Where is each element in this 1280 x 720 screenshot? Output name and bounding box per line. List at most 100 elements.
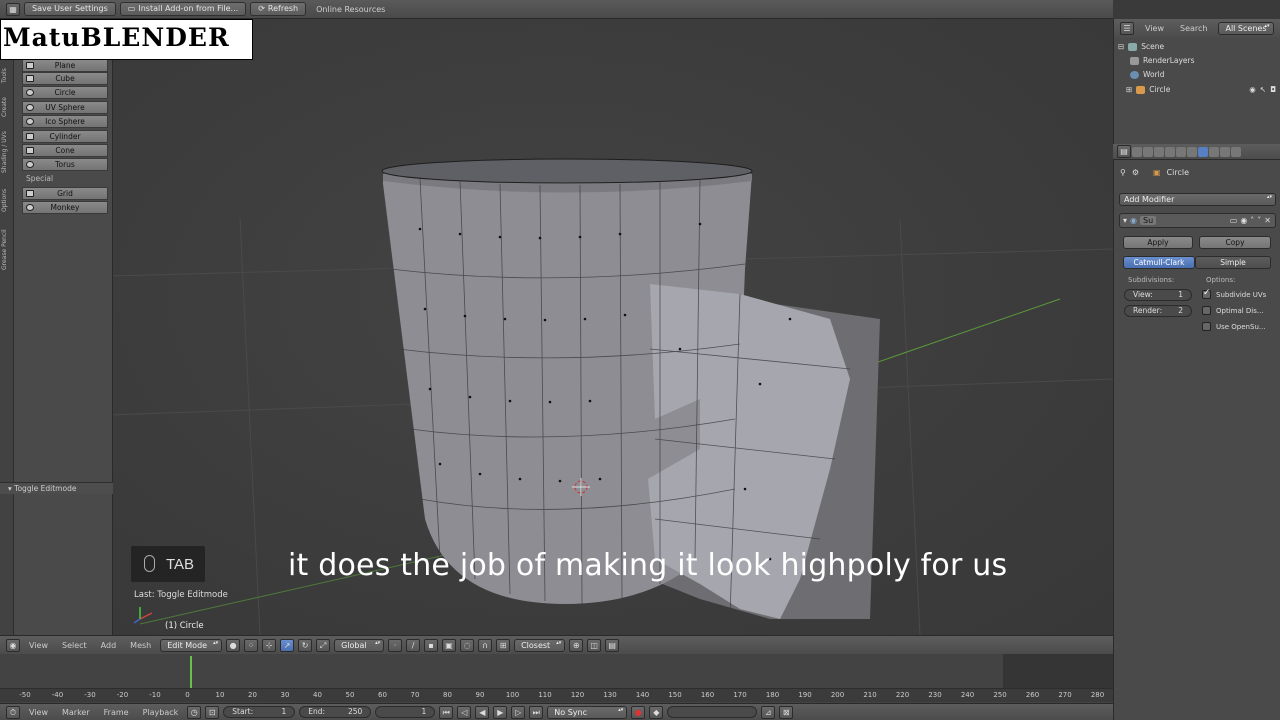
online-resources-link[interactable]: Online Resources xyxy=(310,5,391,14)
menu-frame[interactable]: Frame xyxy=(99,708,134,717)
add-cube-button[interactable]: Cube xyxy=(22,72,108,85)
move-up-icon[interactable]: ˄ xyxy=(1250,216,1254,225)
menu-mesh[interactable]: Mesh xyxy=(125,641,156,650)
material-tab-icon[interactable] xyxy=(1220,146,1230,157)
add-cone-button[interactable]: Cone xyxy=(22,144,108,157)
jump-start-icon[interactable]: ⏮ xyxy=(439,705,454,719)
editor-type-icon[interactable]: ▦ xyxy=(6,2,20,16)
prev-keyframe-icon[interactable]: ◁ xyxy=(457,705,472,719)
add-cylinder-button[interactable]: Cylinder xyxy=(22,130,108,143)
outliner-search-menu[interactable]: Search xyxy=(1175,24,1212,33)
operator-panel-header[interactable]: ▾ Toggle Editmode xyxy=(0,482,113,494)
opengl-render-icon[interactable]: ▤ xyxy=(605,638,620,652)
menu-playback[interactable]: Playback xyxy=(138,708,184,717)
delete-keyframe-icon[interactable]: ⊠ xyxy=(779,705,794,719)
render-preview-icon[interactable]: ◫ xyxy=(587,638,602,652)
install-addon-button[interactable]: ▭ Install Add-on from File... xyxy=(119,2,247,16)
texture-tab-icon[interactable] xyxy=(1231,146,1241,157)
cursor-select-icon[interactable]: ↖ xyxy=(1260,85,1266,94)
record-icon[interactable]: ● xyxy=(631,705,646,719)
render-levels-field[interactable]: Render: 2 xyxy=(1124,305,1192,317)
modifier-name-field[interactable]: Su xyxy=(1140,216,1157,225)
rotate-icon[interactable]: ↻ xyxy=(298,638,313,652)
edit-mode-toggle-icon[interactable]: ▭ xyxy=(1230,216,1238,225)
occlude-geometry-icon[interactable]: ▣ xyxy=(442,638,457,652)
outliner-item-world[interactable]: World xyxy=(1130,68,1276,81)
current-frame-field[interactable]: 1 xyxy=(375,706,436,718)
outliner-view-menu[interactable]: View xyxy=(1140,24,1169,33)
shading-sphere-icon[interactable]: ● xyxy=(226,638,241,652)
jump-end-icon[interactable]: ⏭ xyxy=(529,705,544,719)
outliner-item-renderlayers[interactable]: RenderLayers xyxy=(1130,54,1276,67)
move-down-icon[interactable]: ˅ xyxy=(1257,216,1261,225)
data-tab-icon[interactable] xyxy=(1209,146,1219,157)
face-select-icon[interactable]: ▪ xyxy=(424,638,439,652)
edge-select-icon[interactable]: / xyxy=(406,638,421,652)
outliner-item-circle[interactable]: ⊞ Circle ◉ ↖ ◘ xyxy=(1126,83,1276,96)
tab-options[interactable]: Options xyxy=(1,182,13,218)
snap-element-icon[interactable]: ⊞ xyxy=(496,638,511,652)
render-tab-icon[interactable] xyxy=(1132,146,1142,157)
outliner-editor-icon[interactable]: ☰ xyxy=(1120,22,1134,35)
add-circle-button[interactable]: Circle xyxy=(22,86,108,99)
modifier-header-subsurf[interactable]: ▾ ◉ Su ▭ ◉ ˄ ˅ ✕ xyxy=(1119,213,1276,228)
menu-marker[interactable]: Marker xyxy=(57,708,95,717)
optimal-display-checkbox[interactable] xyxy=(1202,306,1211,315)
add-plane-button[interactable]: Plane xyxy=(22,59,108,72)
scale-icon[interactable]: ⤢ xyxy=(316,638,331,652)
view-levels-field[interactable]: View: 1 xyxy=(1124,289,1192,301)
add-uv-sphere-button[interactable]: UV Sphere xyxy=(22,101,108,114)
catmull-clark-toggle[interactable]: Catmull-Clark xyxy=(1123,256,1195,269)
collapse-triangle-icon[interactable]: ▾ xyxy=(1123,216,1127,225)
tab-create[interactable]: Create xyxy=(1,92,13,122)
translate-icon[interactable]: ↗ xyxy=(280,638,295,652)
render-layers-tab-icon[interactable] xyxy=(1143,146,1153,157)
next-keyframe-icon[interactable]: ▷ xyxy=(511,705,526,719)
eye-icon[interactable]: ◉ xyxy=(1249,85,1256,94)
modifiers-tab-icon[interactable] xyxy=(1198,146,1208,157)
lock-icon[interactable]: ⊡ xyxy=(205,705,220,719)
properties-editor-icon[interactable]: ▤ xyxy=(1117,145,1131,158)
sync-dropdown[interactable]: No Sync xyxy=(547,705,628,719)
3d-viewport[interactable] xyxy=(0,19,1113,635)
copy-button[interactable]: Copy xyxy=(1199,236,1271,249)
play-icon[interactable]: ▶ xyxy=(493,705,508,719)
proportional-edit-icon[interactable]: ◌ xyxy=(460,638,475,652)
refresh-button[interactable]: ⟳ Refresh xyxy=(250,2,307,16)
keying-set-icon[interactable]: ◆ xyxy=(649,705,664,719)
add-grid-button[interactable]: Grid xyxy=(22,187,108,200)
play-reverse-icon[interactable]: ◀ xyxy=(475,705,490,719)
preview-range-icon[interactable]: ◷ xyxy=(187,705,202,719)
apply-button[interactable]: Apply xyxy=(1123,236,1193,249)
add-monkey-button[interactable]: Monkey xyxy=(22,201,108,214)
add-ico-sphere-button[interactable]: Ico Sphere xyxy=(22,115,108,128)
current-frame-playhead[interactable] xyxy=(190,656,192,692)
snap-magnet-icon[interactable]: ∩ xyxy=(478,638,493,652)
pivot-icon[interactable]: ⁘ xyxy=(244,638,259,652)
remove-modifier-icon[interactable]: ✕ xyxy=(1264,216,1271,225)
constraints-tab-icon[interactable] xyxy=(1187,146,1197,157)
orientation-dropdown[interactable]: Global xyxy=(334,638,385,652)
scene-tab-icon[interactable] xyxy=(1154,146,1164,157)
pin-icon[interactable]: ⚲ xyxy=(1120,168,1126,177)
outliner-scope-dropdown[interactable]: All Scenes xyxy=(1218,22,1274,35)
menu-view[interactable]: View xyxy=(24,641,53,650)
save-user-settings-button[interactable]: Save User Settings xyxy=(24,2,116,16)
menu-select[interactable]: Select xyxy=(57,641,92,650)
manipulator-icon[interactable]: ⊹ xyxy=(262,638,277,652)
tab-grease-pencil[interactable]: Grease Pencil xyxy=(1,222,13,278)
start-frame-field[interactable]: Start: 1 xyxy=(223,706,296,718)
editor-type-icon[interactable]: ◉ xyxy=(6,638,20,652)
snap-target-dropdown[interactable]: Closest xyxy=(514,638,566,652)
use-opensubdiv-checkbox[interactable] xyxy=(1202,322,1211,331)
mode-dropdown[interactable]: Edit Mode xyxy=(160,638,223,652)
add-torus-button[interactable]: Torus xyxy=(22,158,108,171)
simple-toggle[interactable]: Simple xyxy=(1195,256,1271,269)
timeline-editor-icon[interactable]: ⏱ xyxy=(6,705,20,719)
keying-set-field[interactable] xyxy=(667,706,758,718)
end-frame-field[interactable]: End: 250 xyxy=(299,706,372,718)
display-toggle-icon[interactable]: ◉ xyxy=(1240,216,1247,225)
menu-view[interactable]: View xyxy=(24,708,53,717)
vertex-select-icon[interactable]: · xyxy=(388,638,403,652)
tab-shading-uvs[interactable]: Shading / UVs xyxy=(1,126,13,178)
